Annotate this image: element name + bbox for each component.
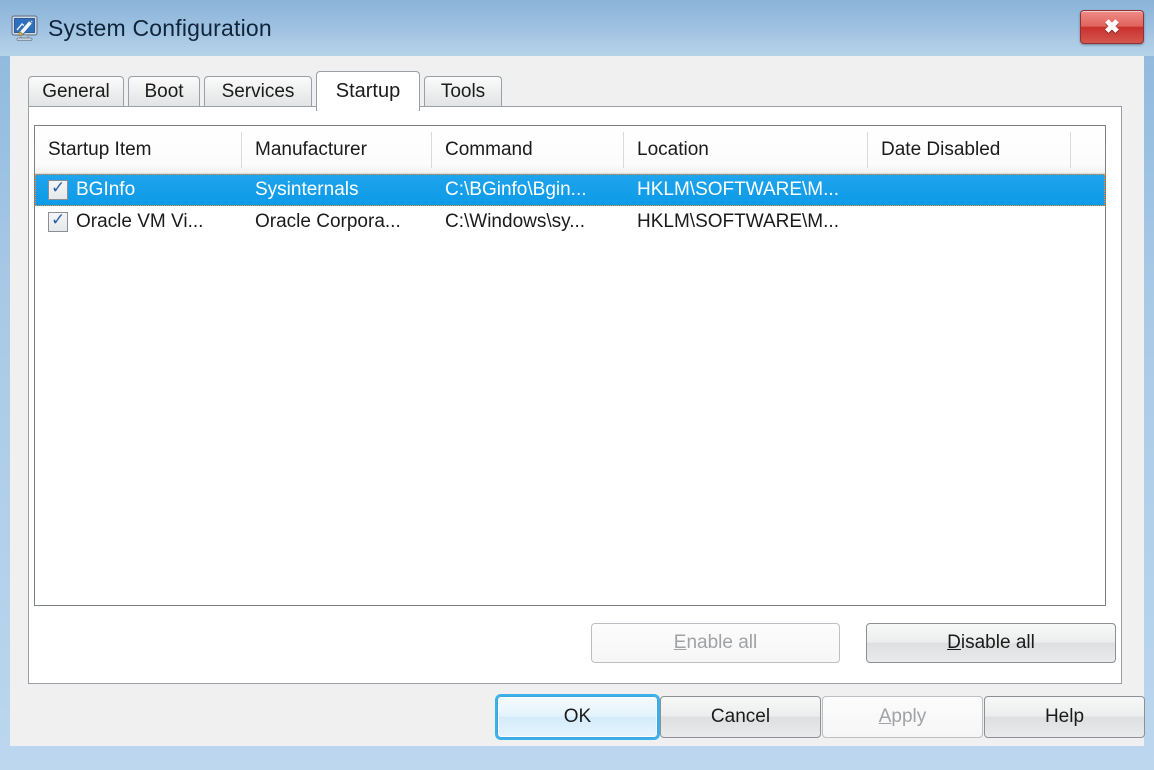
startup-items-list[interactable]: Startup Item Manufacturer Command Locati… — [34, 125, 1106, 606]
system-configuration-monitor-icon — [10, 13, 40, 43]
tab-services-label: Services — [222, 81, 295, 103]
row-checkbox[interactable]: ✓ — [48, 212, 68, 232]
apply-button-accel: A — [879, 706, 892, 728]
column-header-extra[interactable] — [1071, 126, 1105, 173]
help-button[interactable]: Help — [984, 696, 1145, 738]
row-checkbox[interactable]: ✓ — [48, 180, 68, 200]
ok-button[interactable]: OK — [497, 696, 658, 738]
tab-boot[interactable]: Boot — [128, 76, 200, 107]
tab-services[interactable]: Services — [204, 76, 312, 107]
checkmark-icon: ✓ — [51, 178, 65, 198]
column-header-date-disabled-label: Date Disabled — [881, 139, 1000, 161]
system-configuration-window: System Configuration ✖ General Boot Serv… — [0, 0, 1154, 770]
cell-location: HKLM\SOFTWARE\M... — [624, 206, 868, 238]
cell-date-disabled — [868, 174, 1071, 206]
cell-manufacturer: Sysinternals — [242, 174, 432, 206]
column-header-startup-item[interactable]: Startup Item — [35, 126, 242, 173]
cancel-button[interactable]: Cancel — [660, 696, 821, 738]
tab-boot-label: Boot — [144, 81, 183, 103]
cell-date-disabled — [868, 206, 1071, 238]
column-header-command[interactable]: Command — [432, 126, 624, 173]
cell-command: C:\BGinfo\Bgin... — [432, 174, 624, 206]
ok-button-label: OK — [564, 706, 591, 728]
list-rows: ✓ BGInfo Sysinternals C:\BGinfo\Bgin... … — [35, 174, 1105, 238]
list-header-row: Startup Item Manufacturer Command Locati… — [35, 126, 1105, 174]
column-header-location-label: Location — [637, 139, 709, 161]
column-header-date-disabled[interactable]: Date Disabled — [868, 126, 1071, 173]
title-bar: System Configuration ✖ — [0, 0, 1154, 56]
table-row[interactable]: ✓ BGInfo Sysinternals C:\BGinfo\Bgin... … — [35, 174, 1105, 206]
tab-tools-label: Tools — [441, 81, 485, 103]
tab-general-label: General — [42, 81, 110, 103]
column-header-location[interactable]: Location — [624, 126, 868, 173]
column-header-command-label: Command — [445, 139, 533, 161]
cell-startup-item: BGInfo — [76, 174, 242, 206]
tab-startup-label: Startup — [336, 80, 400, 103]
checkmark-icon: ✓ — [51, 210, 65, 230]
table-row[interactable]: ✓ Oracle VM Vi... Oracle Corpora... C:\W… — [35, 206, 1105, 238]
tab-startup[interactable]: Startup — [316, 71, 420, 111]
cell-startup-item: Oracle VM Vi... — [76, 206, 242, 238]
apply-button[interactable]: Apply — [822, 696, 983, 738]
disable-all-label: isable all — [961, 632, 1035, 654]
apply-button-label: pply — [891, 706, 926, 728]
disable-all-button[interactable]: Disable all — [866, 623, 1116, 663]
window-title: System Configuration — [48, 15, 272, 42]
tab-general[interactable]: General — [28, 76, 124, 107]
footer-button-bar: OK Cancel Apply Help — [10, 688, 1144, 746]
enable-all-button[interactable]: Enable all — [591, 623, 840, 663]
help-button-label: Help — [1045, 706, 1084, 728]
disable-all-accel: D — [947, 632, 961, 654]
column-header-manufacturer-label: Manufacturer — [255, 139, 367, 161]
enable-all-accel: E — [674, 632, 687, 654]
column-header-manufacturer[interactable]: Manufacturer — [242, 126, 432, 173]
close-icon[interactable]: ✖ — [1080, 10, 1144, 44]
cell-location: HKLM\SOFTWARE\M... — [624, 174, 868, 206]
dialog-body: General Boot Services Startup Tools Star… — [10, 56, 1144, 746]
cell-manufacturer: Oracle Corpora... — [242, 206, 432, 238]
column-header-startup-item-label: Startup Item — [48, 139, 152, 161]
enable-all-label: nable all — [686, 632, 757, 654]
close-glyph: ✖ — [1104, 18, 1120, 37]
tab-tools[interactable]: Tools — [424, 76, 502, 107]
cell-command: C:\Windows\sy... — [432, 206, 624, 238]
cancel-button-label: Cancel — [711, 706, 770, 728]
